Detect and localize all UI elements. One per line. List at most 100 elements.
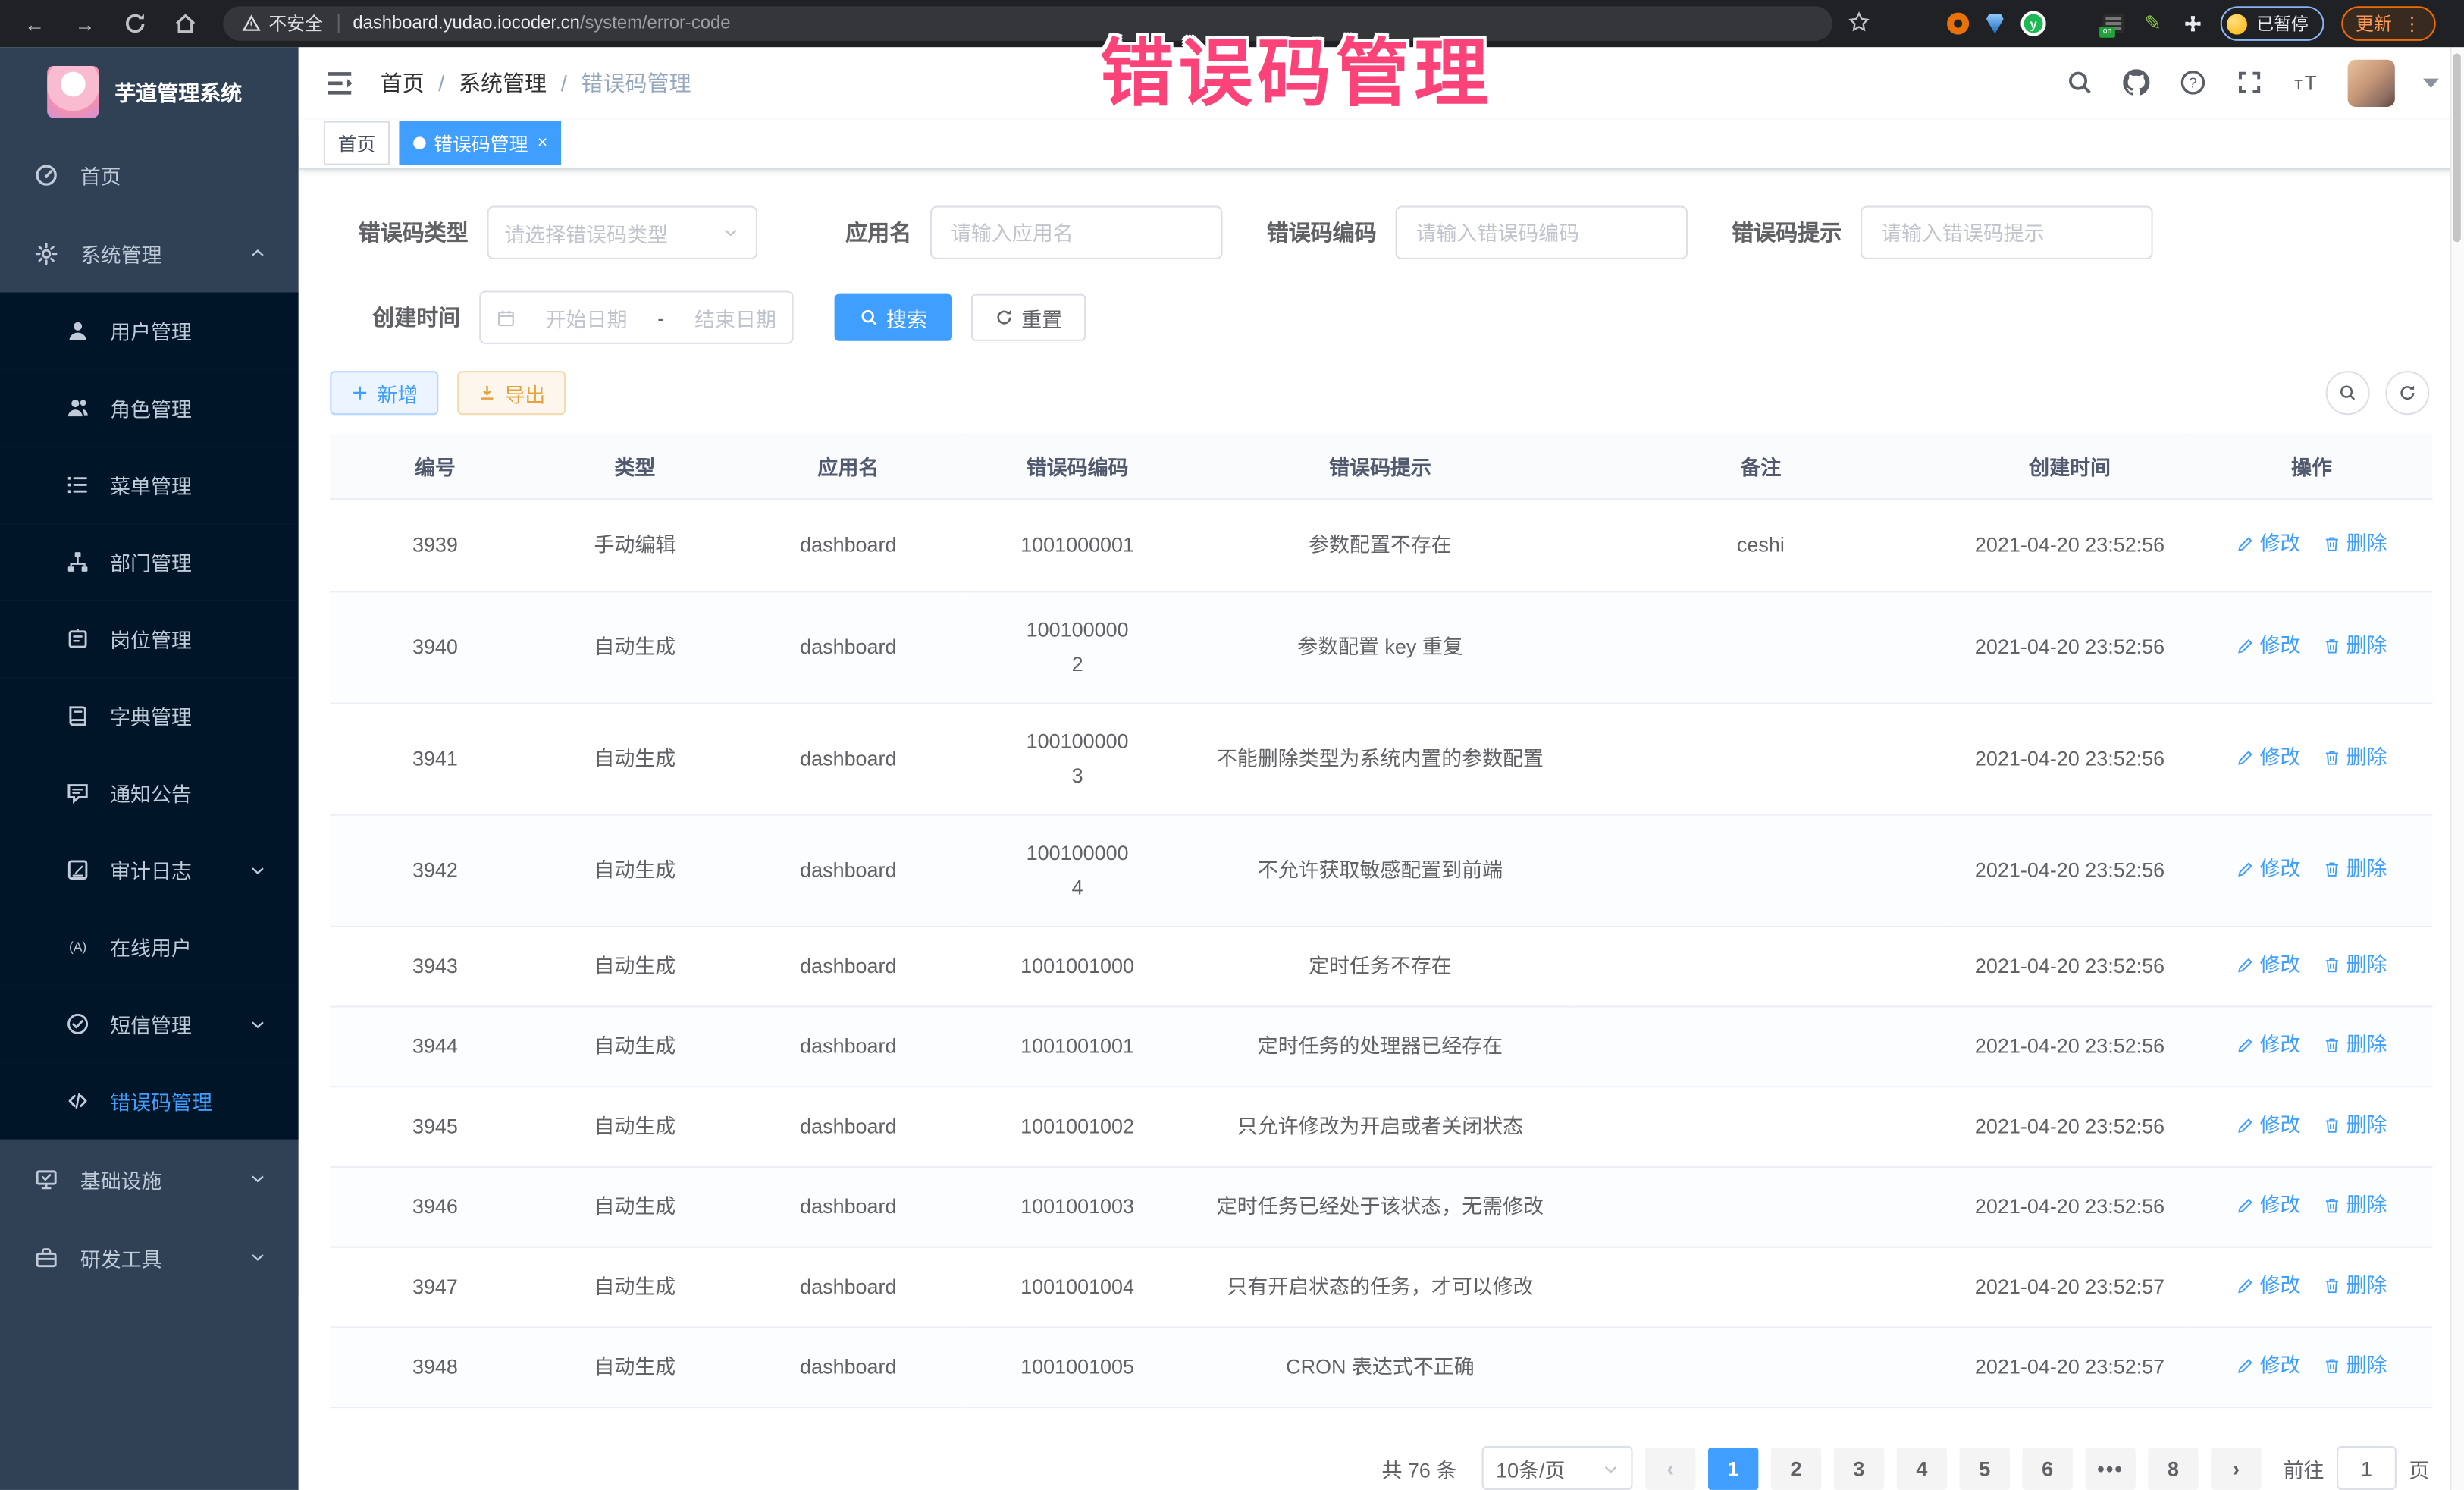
notice-comment-icon (66, 781, 89, 805)
delete-link[interactable]: 删除 (2323, 740, 2387, 775)
refresh-table-button[interactable] (2385, 371, 2429, 415)
page-button[interactable]: 3 (1834, 1447, 1884, 1489)
security-warning-icon[interactable]: 不安全 (242, 11, 323, 36)
app-name-input[interactable] (948, 219, 1205, 246)
edit-link[interactable]: 修改 (2236, 1028, 2300, 1063)
cell-id: 3944 (330, 1007, 540, 1087)
dev-tools-icon (35, 1246, 58, 1269)
tag-error-code[interactable]: 错误码管理 × (399, 121, 561, 165)
user-avatar[interactable] (2348, 60, 2395, 107)
sidebar-item[interactable]: 岗位管理 (0, 601, 299, 678)
search-button[interactable]: 搜索 (835, 294, 952, 341)
extension-ubuntu-icon[interactable] (1947, 13, 1969, 35)
browser-home-icon[interactable] (173, 11, 198, 36)
export-button[interactable]: 导出 (457, 371, 566, 415)
page-button[interactable]: 2 (1771, 1447, 1821, 1489)
extension-pen-icon[interactable]: ✎ (2142, 13, 2164, 35)
github-icon[interactable] (2121, 69, 2149, 97)
cell-code: 1001000001 (967, 499, 1188, 591)
delete-link[interactable]: 删除 (2323, 526, 2387, 561)
date-range-picker[interactable]: 开始日期 - 结束日期 (479, 290, 794, 343)
avatar-caret-icon[interactable] (2423, 78, 2439, 87)
pager-ellipsis[interactable]: ••• (2085, 1447, 2135, 1489)
page-button[interactable]: 4 (1897, 1447, 1947, 1489)
delete-link[interactable]: 删除 (2323, 948, 2387, 983)
sidebar-item[interactable]: 字典管理 (0, 677, 299, 754)
font-size-icon[interactable]: TT (2291, 69, 2319, 97)
extension-onlist-icon[interactable]: on (2102, 14, 2124, 33)
edit-link[interactable]: 修改 (2236, 629, 2300, 663)
delete-link[interactable]: 删除 (2323, 629, 2387, 663)
tag-home[interactable]: 首页 (324, 121, 390, 165)
scrollbar-thumb[interactable] (2453, 53, 2460, 242)
address-bar[interactable]: 不安全 dashboard.yudao.iocoder.cn/system/er… (223, 6, 1832, 41)
window-scrollbar[interactable] (2450, 47, 2464, 1490)
sidebar-menu: 首页系统管理用户管理角色管理菜单管理部门管理岗位管理字典管理通知公告审计日志(A… (0, 135, 299, 1490)
reset-button[interactable]: 重置 (971, 294, 1086, 341)
sidebar-item[interactable]: 用户管理 (0, 293, 299, 370)
update-label: 更新 (2356, 11, 2392, 36)
edit-link[interactable]: 修改 (2236, 1108, 2300, 1143)
update-button[interactable]: 更新 ⋮ (2341, 6, 2435, 41)
paused-profile-badge[interactable]: 已暂停 (2221, 6, 2324, 41)
breadcrumb-home[interactable]: 首页 (381, 67, 425, 99)
edit-link[interactable]: 修改 (2236, 948, 2300, 983)
edit-link[interactable]: 修改 (2236, 1269, 2300, 1303)
close-tag-icon[interactable]: × (538, 134, 547, 153)
bookmark-star-icon[interactable] (1848, 10, 1870, 36)
prev-page-button[interactable]: ‹ (1645, 1447, 1695, 1489)
error-type-select[interactable]: 请选择错误码类型 (487, 206, 758, 259)
error-code-input[interactable] (1412, 219, 1670, 246)
browser-menu-icon[interactable]: ⋮ (2403, 13, 2422, 35)
sidebar-item[interactable]: 系统管理 (0, 214, 299, 293)
extension-grid-icon[interactable] (2063, 13, 2085, 35)
sidebar-item[interactable]: 通知公告 (0, 754, 299, 832)
sidebar-item[interactable]: 基础设施 (0, 1140, 299, 1219)
cell-remark (1572, 1247, 1948, 1328)
edit-link[interactable]: 修改 (2236, 526, 2300, 561)
extension-y-icon[interactable]: y (2020, 11, 2045, 36)
delete-link[interactable]: 删除 (2323, 1108, 2387, 1143)
delete-link[interactable]: 删除 (2323, 1028, 2387, 1063)
page-size-select[interactable]: 10条/页 (1481, 1446, 1632, 1490)
sidebar-item[interactable]: 审计日志 (0, 831, 299, 908)
error-hint-input[interactable] (1878, 219, 2136, 246)
collapse-sidebar-icon[interactable] (324, 67, 355, 99)
delete-link[interactable]: 删除 (2323, 1348, 2387, 1383)
sidebar-item-label: 用户管理 (110, 316, 192, 346)
toggle-search-button[interactable] (2326, 371, 2370, 415)
help-icon[interactable]: ? (2178, 69, 2206, 97)
delete-link[interactable]: 删除 (2323, 1269, 2387, 1303)
sidebar-item[interactable]: 研发工具 (0, 1218, 299, 1297)
sidebar-item[interactable]: 首页 (0, 135, 299, 214)
delete-link[interactable]: 删除 (2323, 852, 2387, 886)
extension-drop-icon[interactable] (1986, 14, 2004, 34)
fullscreen-icon[interactable] (2234, 69, 2262, 97)
page-button[interactable]: 1 (1708, 1447, 1758, 1489)
browser-back-icon[interactable]: ← (22, 11, 47, 36)
page-button[interactable]: 6 (2023, 1447, 2073, 1489)
browser-reload-icon[interactable] (123, 11, 148, 36)
edit-link[interactable]: 修改 (2236, 1348, 2300, 1383)
page-button[interactable]: 8 (2148, 1447, 2198, 1489)
delete-link[interactable]: 删除 (2323, 1188, 2387, 1223)
sidebar-item[interactable]: 短信管理 (0, 986, 299, 1063)
search-icon[interactable] (2065, 69, 2093, 97)
edit-link[interactable]: 修改 (2236, 1188, 2300, 1223)
page-button[interactable]: 5 (1960, 1447, 2010, 1489)
goto-page-input[interactable] (2337, 1446, 2397, 1490)
next-page-button[interactable]: › (2211, 1447, 2261, 1489)
sidebar-item[interactable]: 菜单管理 (0, 447, 299, 524)
browser-forward-icon[interactable]: → (72, 11, 97, 36)
sidebar-item[interactable]: (A)在线用户 (0, 908, 299, 986)
edit-link[interactable]: 修改 (2236, 740, 2300, 775)
extensions-puzzle-icon[interactable] (2181, 13, 2203, 35)
edit-link[interactable]: 修改 (2236, 852, 2300, 886)
sidebar-item[interactable]: 角色管理 (0, 369, 299, 447)
sidebar-item[interactable]: 部门管理 (0, 523, 299, 601)
column-header: 创建时间 (1949, 434, 2191, 499)
app-logo[interactable]: 芋道管理系统 (0, 47, 299, 135)
sidebar-item[interactable]: 错误码管理 (0, 1062, 299, 1140)
breadcrumb-system[interactable]: 系统管理 (459, 67, 547, 99)
add-button[interactable]: 新增 (330, 371, 438, 415)
